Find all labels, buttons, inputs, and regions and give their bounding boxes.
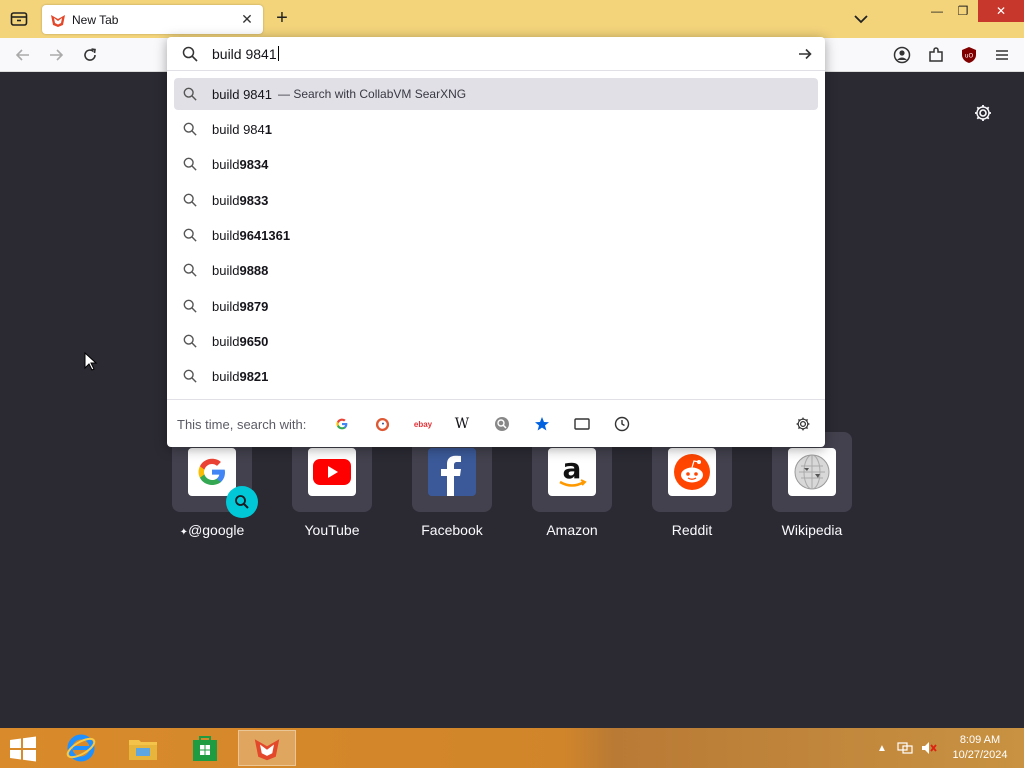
search-icon — [182, 46, 198, 62]
shortcut-youtube[interactable]: YouTube — [292, 432, 372, 538]
search-icon — [183, 157, 197, 171]
tab-new-tab[interactable]: New Tab ✕ — [42, 5, 263, 34]
search-with-label: This time, search with: — [177, 417, 307, 432]
taskbar-clock[interactable]: 8:09 AM 10/27/2024 — [946, 733, 1014, 763]
tab-bar: New Tab ✕ + — ❐ ✕ — [0, 0, 1024, 38]
urlbar-dropdown: build 9841 build 9841 — Search with Coll… — [167, 37, 825, 447]
suggestion-row[interactable]: build 9888 — [174, 254, 818, 286]
internet-explorer-icon[interactable] — [52, 730, 110, 766]
suggestion-row[interactable]: build 9834 — [174, 148, 818, 180]
shortcut-reddit[interactable]: Reddit — [652, 432, 732, 538]
search-icon — [183, 369, 197, 383]
address-bar-input[interactable]: build 9841 — [212, 46, 279, 62]
suggestion-row[interactable]: build 984 1 — [174, 113, 818, 145]
forward-icon[interactable] — [45, 44, 67, 66]
browser-taskbar-icon[interactable] — [238, 730, 296, 766]
svg-text:uO: uO — [965, 53, 974, 60]
list-all-tabs-icon[interactable] — [850, 9, 872, 29]
suggestion-row[interactable]: build 9879 — [174, 290, 818, 322]
back-icon[interactable] — [12, 44, 34, 66]
start-windows-icon[interactable] — [8, 736, 38, 762]
ublock-origin-icon[interactable]: uO — [958, 44, 980, 66]
history-icon[interactable] — [612, 414, 632, 434]
searxng-engine-icon[interactable] — [492, 414, 512, 434]
shortcut-wikipedia[interactable]: Wikipedia — [772, 432, 852, 538]
extensions-icon[interactable] — [925, 44, 947, 66]
page-settings-gear-icon[interactable] — [973, 103, 993, 123]
shortcut-label: Facebook — [421, 522, 483, 538]
google-icon — [188, 448, 236, 496]
tabs-icon[interactable] — [572, 414, 592, 434]
bookmarks-icon[interactable] — [532, 414, 552, 434]
google-engine-icon[interactable] — [332, 414, 352, 434]
tab-title: New Tab — [72, 12, 119, 27]
search-action-label: — Search with CollabVM SearXNG — [278, 87, 467, 101]
pin-icon: ✦ — [179, 527, 189, 538]
search-icon — [183, 193, 197, 207]
reload-icon[interactable] — [79, 44, 101, 66]
close-window-button[interactable]: ✕ — [978, 0, 1024, 22]
store-icon[interactable] — [176, 730, 234, 766]
one-off-search-bar: This time, search with: ebay W — [167, 399, 825, 447]
amazon-icon: a — [548, 448, 596, 496]
search-icon — [183, 87, 197, 101]
suggestion-row[interactable]: build 9641361 — [174, 219, 818, 251]
show-hidden-icons-icon[interactable]: ▲ — [874, 740, 890, 756]
shortcut-label: YouTube — [304, 522, 360, 538]
search-settings-gear-icon[interactable] — [793, 414, 813, 434]
shortcut-label: Reddit — [671, 522, 713, 538]
mouse-cursor-icon — [84, 352, 98, 371]
shortcut-label: Amazon — [546, 522, 598, 538]
clock-date: 10/27/2024 — [952, 749, 1008, 761]
duckduckgo-engine-icon[interactable] — [372, 414, 392, 434]
facebook-icon — [428, 448, 476, 496]
new-tab-button[interactable]: + — [272, 8, 292, 29]
address-bar[interactable]: build 9841 — [167, 37, 825, 71]
clock-time: 8:09 AM — [959, 734, 1001, 746]
account-icon[interactable] — [891, 44, 913, 66]
shortcut-amazon[interactable]: a Amazon — [532, 432, 612, 538]
volume-muted-icon[interactable] — [921, 740, 937, 756]
shortcut-facebook[interactable]: Facebook — [412, 432, 492, 538]
wikipedia-icon — [788, 448, 836, 496]
restore-button[interactable]: ❐ — [948, 0, 978, 22]
file-explorer-icon[interactable] — [114, 730, 172, 766]
search-icon — [183, 263, 197, 277]
go-arrow-icon[interactable] — [797, 46, 813, 62]
suggestion-row[interactable]: build 9821 — [174, 360, 818, 392]
svg-text:a: a — [563, 452, 582, 485]
reddit-icon — [668, 448, 716, 496]
taskbar: ▲ 8:09 AM 10/27/2024 — [0, 728, 1024, 768]
network-icon[interactable] — [897, 740, 913, 756]
suggestion-row[interactable]: build 9833 — [174, 184, 818, 216]
search-icon — [183, 122, 197, 136]
search-icon — [183, 228, 197, 242]
shortcut-google[interactable]: ✦@google — [172, 432, 258, 538]
youtube-icon — [308, 448, 356, 496]
search-icon — [183, 334, 197, 348]
tab-overview-icon[interactable] — [6, 6, 32, 32]
tab-close-icon[interactable]: ✕ — [239, 11, 255, 28]
shortcut-label: Wikipedia — [781, 522, 843, 538]
shortcut-label: ✦@google — [179, 522, 245, 538]
suggestion-row[interactable]: build 9650 — [174, 325, 818, 357]
search-icon — [183, 299, 197, 313]
menu-icon[interactable] — [991, 44, 1013, 66]
browser-logo-icon — [51, 14, 65, 27]
search-shortcut-badge-icon — [226, 486, 258, 518]
suggestion-row[interactable]: build 9841 — Search with CollabVM SearXN… — [174, 78, 818, 110]
wikipedia-engine-icon[interactable]: W — [452, 414, 472, 434]
ebay-engine-icon[interactable]: ebay — [413, 414, 433, 434]
